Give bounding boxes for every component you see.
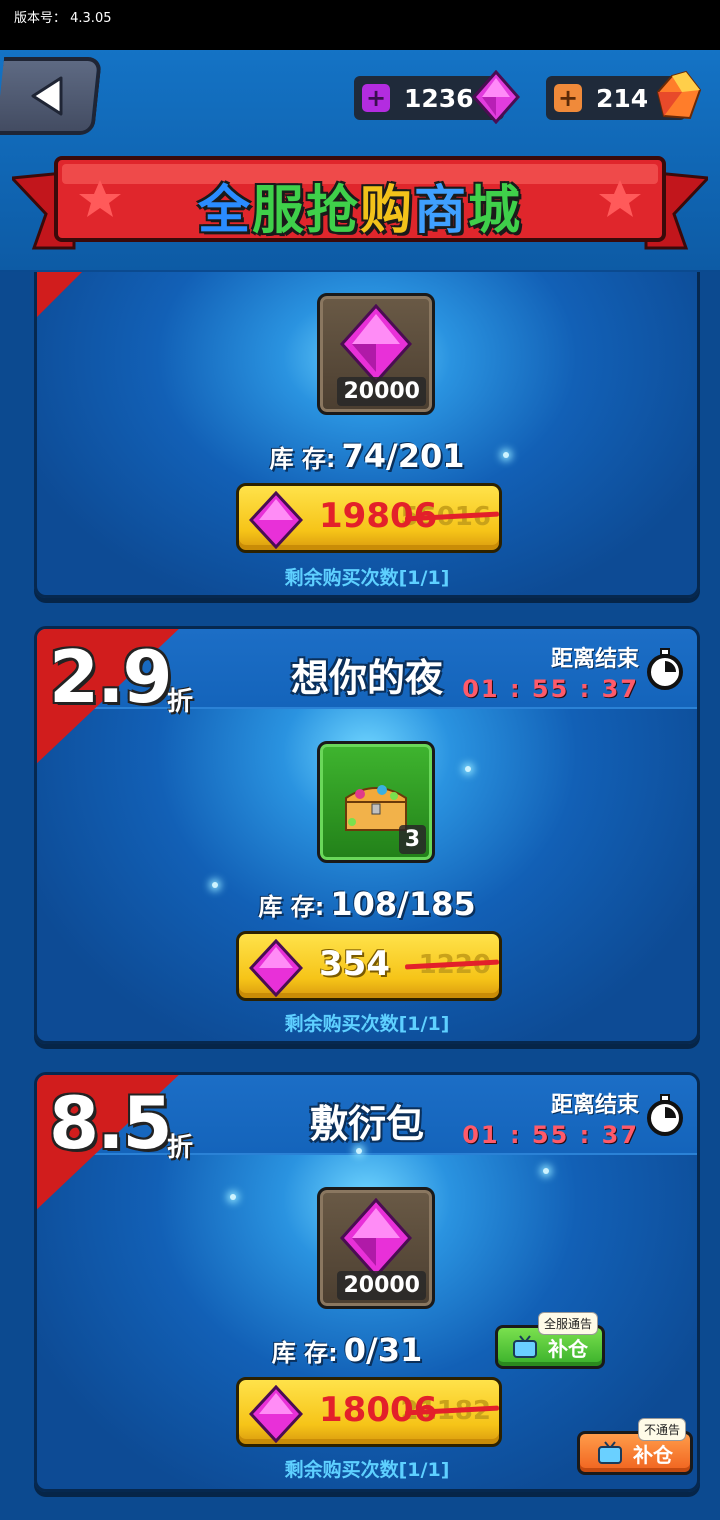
stock-info: 库 存: 108/185: [37, 885, 697, 923]
sparkle: [465, 766, 471, 772]
stock-label: 库 存:: [269, 445, 336, 473]
item-count: 20000: [337, 377, 426, 406]
sale-price: 18006: [319, 1390, 438, 1430]
buy-button[interactable]: 55016 19806: [236, 483, 502, 553]
restock-server-button[interactable]: 补仓 全服通告: [495, 1312, 605, 1369]
orange-crystal-icon: [656, 70, 702, 120]
timer-value: 01 : 55 : 37: [462, 675, 639, 703]
back-button[interactable]: [0, 57, 103, 135]
sale-price: 19806: [319, 496, 438, 536]
pink-gem-icon: [249, 491, 303, 549]
sparkle: [543, 1168, 549, 1174]
title-char: 抢: [305, 181, 360, 241]
crystal-currency: + 214: [546, 70, 702, 120]
offer-card: 8.5 折 敷衍包 距离结束 01 : 55 : 37 20000 库 存: 0/…: [34, 1072, 700, 1492]
item-count: 20000: [337, 1271, 426, 1300]
version-text: 版本号： 4.3.05: [14, 11, 112, 26]
title-char: 购: [360, 181, 415, 241]
restock-tag: 不通告: [637, 1418, 686, 1441]
stopwatch-icon: [647, 648, 683, 690]
stock-info: 库 存: 74/201: [37, 437, 697, 475]
stopwatch-icon: [647, 1094, 683, 1136]
sparkle: [356, 1148, 362, 1154]
item-slot[interactable]: 3: [317, 741, 435, 863]
restock-label: 补仓: [633, 1442, 673, 1467]
item-slot[interactable]: 20000: [317, 1187, 435, 1309]
restock-label: 补仓: [548, 1336, 588, 1361]
pink-gem-icon: [339, 1198, 413, 1278]
crystal-count: 214: [596, 83, 649, 113]
pink-gem-icon: [339, 304, 413, 384]
gem-count: 1236: [404, 83, 474, 113]
sparkle: [212, 882, 218, 888]
page-title: 全服抢购商城: [12, 168, 708, 243]
add-crystals-button[interactable]: +: [554, 84, 582, 112]
sparkle: [503, 452, 509, 458]
title-char: 城: [468, 181, 523, 241]
remaining-purchases: 剩余购买次数[1/1]: [284, 567, 450, 589]
pink-gem-icon: [249, 939, 303, 997]
gem-currency: + 1236: [354, 70, 520, 124]
restock-tag: 全服通告: [537, 1312, 598, 1335]
remaining-purchases: 剩余购买次数[1/1]: [284, 1013, 450, 1035]
buy-button[interactable]: 354 1220: [236, 931, 502, 1001]
offer-list[interactable]: 20000 库 存:74/201 55016 19806 剩余购买次数[1/1]…: [0, 272, 720, 1520]
pink-gem-icon: [249, 1385, 303, 1443]
timer-label: 距离结束: [550, 647, 639, 672]
stock-label: 库 存:: [271, 1339, 338, 1367]
stock-value: 74/201: [341, 437, 465, 475]
title-char: 服: [251, 181, 306, 241]
timer-label: 距离结束: [550, 1093, 639, 1118]
title-char: 全: [197, 181, 252, 241]
discount-ribbon: [37, 272, 82, 317]
sparkle: [230, 1194, 236, 1200]
offer-card: 20000 库 存:74/201 55016 19806 剩余购买次数[1/1]: [34, 272, 700, 598]
item-count: 3: [398, 825, 426, 854]
tv-icon: [513, 1335, 537, 1358]
purple-gem-icon: [472, 70, 520, 124]
restock-private-button[interactable]: 补仓 不通告: [577, 1418, 693, 1475]
buy-button[interactable]: 21182 18006: [236, 1377, 502, 1447]
sale-price: 354: [319, 944, 390, 984]
add-gems-button[interactable]: +: [362, 84, 390, 112]
status-bar: 版本号： 4.3.05: [0, 0, 720, 50]
offer-card: 2.9 折 想你的夜 距离结束 01 : 55 : 37 3 库 存: 108/1…: [34, 626, 700, 1044]
title-char: 商: [414, 181, 469, 241]
stock-label: 库 存:: [258, 893, 325, 921]
back-arrow-icon: [31, 76, 63, 116]
shop-banner: 全服抢购商城: [8, 150, 712, 256]
item-slot[interactable]: 20000: [317, 293, 435, 415]
stock-value: 108/185: [330, 885, 476, 923]
stock-value: 0/31: [343, 1331, 423, 1369]
timer-value: 01 : 55 : 37: [462, 1121, 639, 1149]
tv-icon: [598, 1441, 622, 1464]
